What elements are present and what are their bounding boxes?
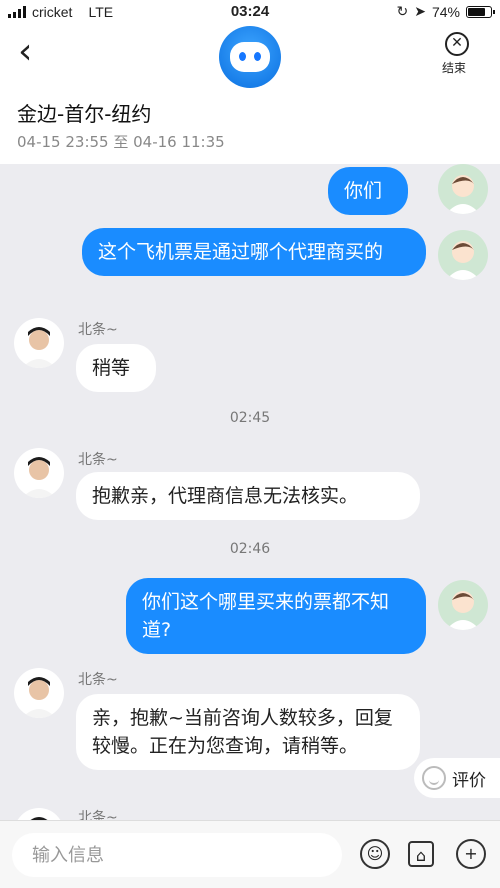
more-button[interactable]: +: [456, 839, 486, 869]
message-timestamp: 02:46: [229, 541, 271, 557]
message-bubble: 亲，抱歉~当前咨询人数较多，回复较慢。正在为您查询，请稍等。: [76, 694, 420, 770]
location-icon: ➤: [414, 3, 426, 19]
sender-name: 北条~: [78, 452, 118, 468]
agent-avatar: [14, 808, 64, 820]
user-avatar: [438, 580, 488, 630]
agent-avatar: [14, 448, 64, 498]
flight-date-range: 04-15 23:55 至 04-16 11:35: [17, 133, 225, 151]
sender-name: 北条~: [78, 810, 118, 820]
battery-icon: [466, 5, 495, 18]
robot-avatar: [219, 26, 281, 88]
gift-icon: ⌂: [415, 846, 427, 865]
smile-icon: ☺: [366, 844, 384, 863]
message-bubble: 稍等: [76, 344, 156, 392]
plus-icon: +: [464, 844, 478, 863]
message-bubble: 抱歉亲，代理商信息无法核实。: [76, 472, 420, 520]
rate-button[interactable]: 评价: [414, 758, 500, 798]
agent-avatar: [14, 668, 64, 718]
end-chat-button[interactable]: ✕ 结束: [442, 32, 472, 76]
flight-route: 金边-首尔-纽约: [17, 102, 152, 126]
sender-name: 北条~: [78, 322, 118, 338]
message-bubble: 你们这个哪里买来的票都不知道?: [126, 578, 426, 654]
chat-area[interactable]: 你们 这个飞机票是通过哪个代理商买的 北条~ 稍等 02:45 北条~ 抱歉亲，…: [0, 164, 500, 820]
input-bar: ☺ ⌂ +: [0, 820, 500, 888]
back-button[interactable]: ‹: [18, 34, 48, 74]
battery-percent: 74%: [431, 3, 460, 20]
gift-button[interactable]: ⌂: [408, 841, 434, 867]
robot-icon: [230, 42, 270, 72]
message-input[interactable]: [12, 833, 342, 877]
agent-avatar: [14, 318, 64, 368]
message-timestamp: 02:45: [229, 410, 271, 426]
user-avatar: [438, 164, 488, 214]
message-bubble: 你们: [328, 167, 408, 215]
lock-rotation-icon: ↻: [396, 3, 409, 19]
end-label: 结束: [441, 61, 466, 75]
rate-label: 评价: [452, 770, 486, 791]
emoji-button[interactable]: ☺: [360, 839, 390, 869]
chat-header: ‹ ✕ 结束 金边-首尔-纽约 04-15 23:55 至 04-16 11:3…: [0, 24, 500, 164]
user-avatar: [438, 230, 488, 280]
smile-icon: [422, 766, 446, 790]
status-bar: cricket LTE 03:24 ↻ ➤ 74%: [0, 0, 500, 24]
message-bubble: 这个飞机票是通过哪个代理商买的: [82, 228, 426, 276]
close-icon: ✕: [445, 32, 469, 56]
sender-name: 北条~: [78, 672, 118, 688]
